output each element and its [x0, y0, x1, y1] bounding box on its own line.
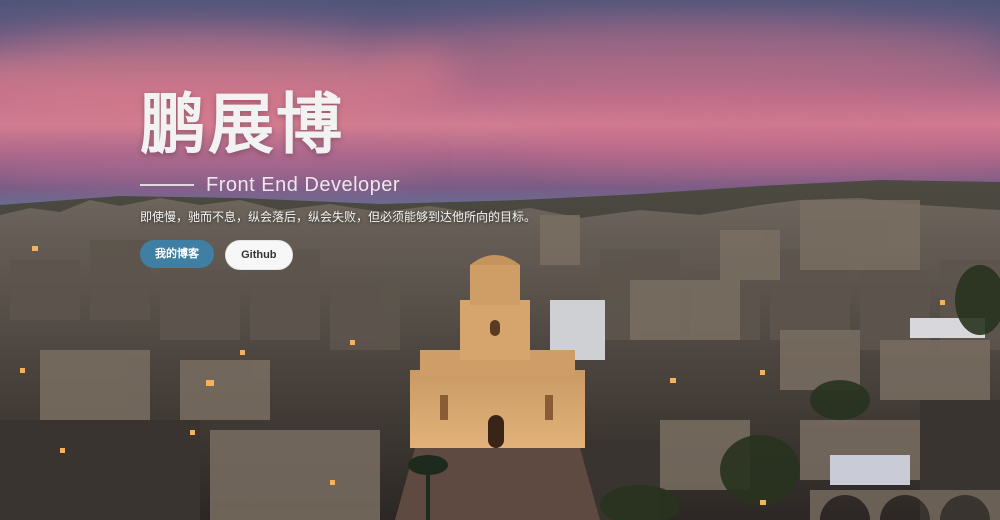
- github-button[interactable]: Github: [225, 240, 293, 270]
- hero-buttons: 我的博客 Github: [140, 240, 700, 270]
- role-title: Front End Developer: [206, 174, 401, 196]
- role-row: Front End Developer: [140, 172, 700, 198]
- motto-text: 即使慢，驰而不息，纵会落后，纵会失败，但必须能够到达他所向的目标。: [140, 210, 537, 224]
- blog-button[interactable]: 我的博客: [140, 240, 214, 268]
- role-divider-line: [140, 184, 194, 186]
- author-name: 鹏展博: [140, 86, 344, 163]
- hero-content: 鹏展博 Front End Developer 即使慢，驰而不息，纵会落后，纵会…: [140, 86, 700, 270]
